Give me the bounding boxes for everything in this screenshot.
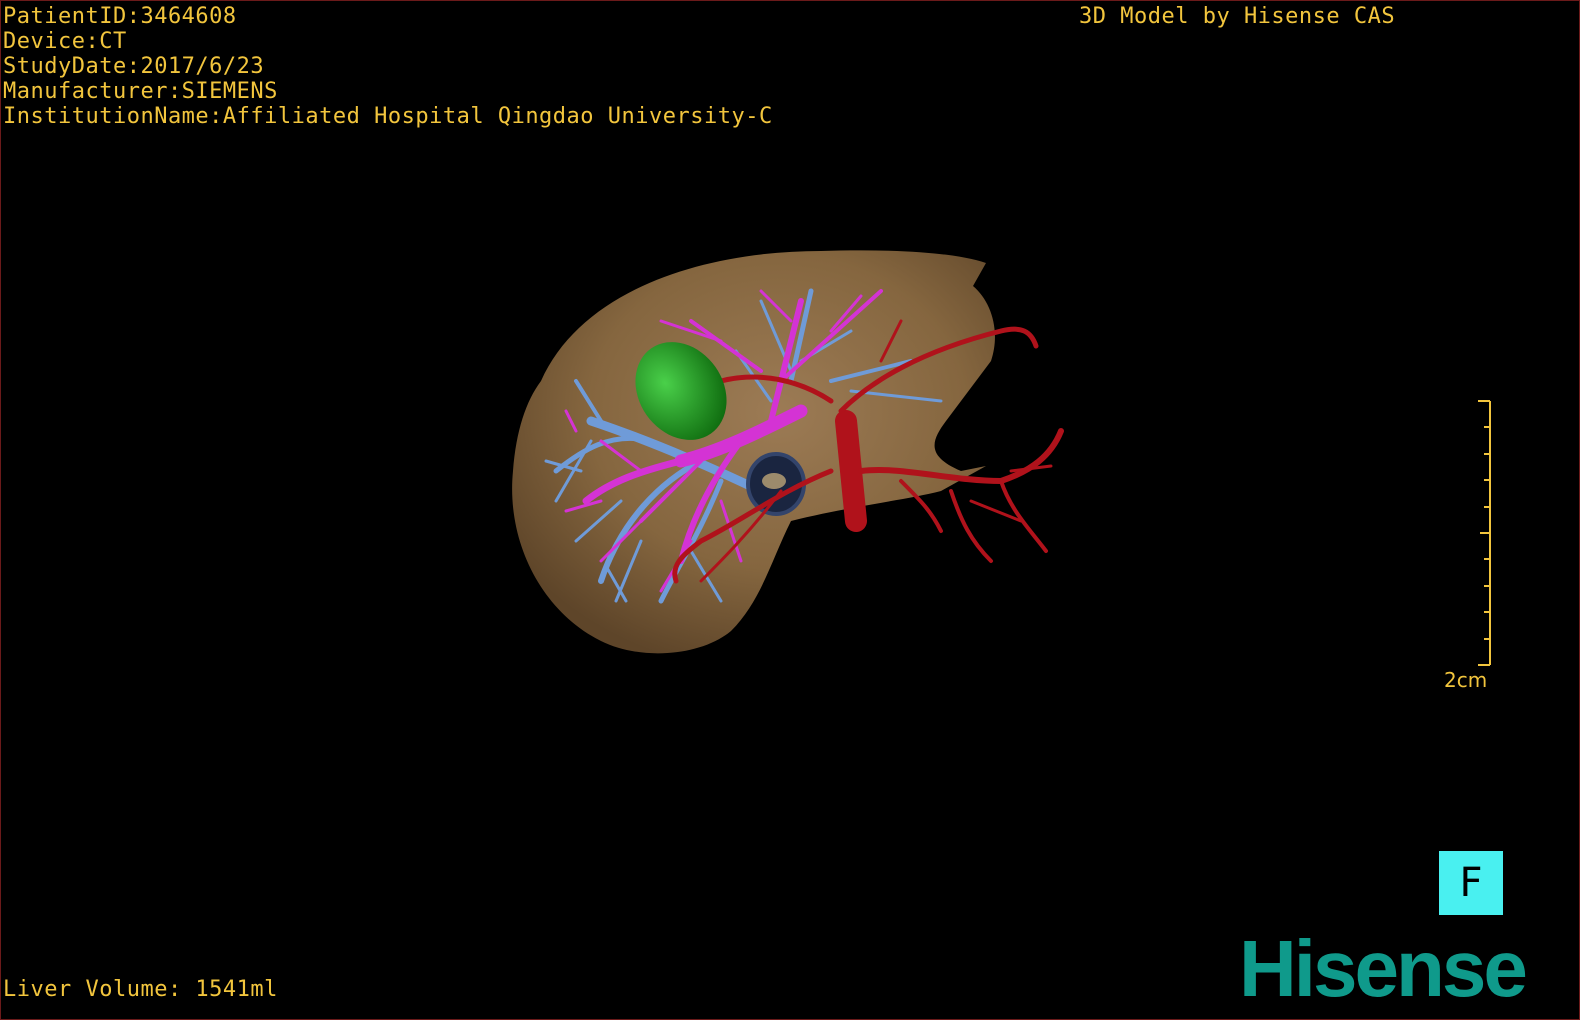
- orientation-front-button[interactable]: F: [1439, 851, 1503, 915]
- scale-label: 2cm: [1444, 668, 1488, 692]
- liver-3d-model[interactable]: [1, 1, 1580, 1020]
- 3d-viewer[interactable]: PatientID:3464608 Device:CT StudyDate:20…: [0, 0, 1580, 1020]
- institution-name: InstitutionName:Affiliated Hospital Qing…: [3, 104, 773, 129]
- device: Device:CT: [3, 29, 127, 54]
- hisense-logo: Hisense: [1239, 924, 1528, 1013]
- manufacturer: Manufacturer:SIEMENS: [3, 79, 278, 104]
- study-date: StudyDate:2017/6/23: [3, 54, 265, 79]
- patient-id: PatientID:3464608: [3, 4, 237, 29]
- scale-bar: [1478, 400, 1491, 666]
- liver-volume: Liver Volume: 1541ml: [3, 977, 278, 1002]
- model-credit: 3D Model by Hisense CAS: [1079, 4, 1396, 29]
